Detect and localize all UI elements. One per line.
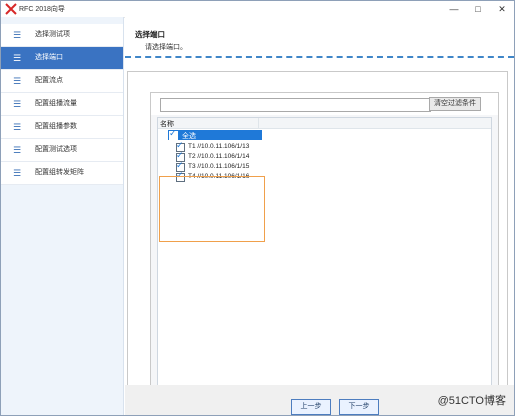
filter-input[interactable]: [160, 98, 431, 112]
sidebar-item-config-multicast-traffic[interactable]: ☰ 配置组播流量: [1, 93, 123, 116]
sidebar-item-config-stream-point[interactable]: ☰ 配置流点: [1, 70, 123, 93]
sidebar-item-select-test[interactable]: ☰ 选择测试项: [1, 24, 123, 47]
sidebar-item-config-test-options[interactable]: ☰ 配置测试选项: [1, 139, 123, 162]
port-row[interactable]: ✓ T3 //10.0.11.106/1/15: [176, 160, 262, 172]
sidebar-item-label: 配置流点: [35, 77, 63, 84]
port-label: T3 //10.0.11.106/1/15: [188, 163, 250, 170]
title-bar: RFC 2018向导 — □ ✕: [1, 1, 514, 18]
sidebar-item-label: 配置组转发矩阵: [35, 169, 84, 176]
wizard-navigation: 上一步 下一步 @51CTO博客: [125, 385, 514, 415]
list-icon: ☰: [13, 122, 22, 132]
list-icon: ☰: [13, 145, 22, 155]
wizard-content: 选择端口 请选择端口。 清空过滤条件 名称 ✓ 全选 ✓ T1 //10.0.1…: [125, 17, 514, 415]
page-title: 选择端口: [135, 30, 165, 39]
sidebar-item-label: 配置测试选项: [35, 146, 77, 153]
port-checkbox[interactable]: ✓: [176, 170, 185, 182]
close-button[interactable]: ✕: [490, 1, 514, 17]
check-icon: ✓: [169, 128, 177, 138]
maximize-button[interactable]: □: [466, 1, 490, 17]
grid-header: 名称: [158, 118, 491, 129]
port-grid-panel: 清空过滤条件 名称 ✓ 全选 ✓ T1 //10.0.11.106/1/13 ✓…: [150, 92, 499, 395]
port-label: T2 //10.0.11.106/1/14: [188, 153, 250, 160]
sidebar-item-config-forward-matrix[interactable]: ☰ 配置组转发矩阵: [1, 162, 123, 185]
list-icon: ☰: [13, 168, 22, 178]
wizard-window: RFC 2018向导 — □ ✕ ☰ 选择测试项 ☰ 选择端口 ☰ 配置流点 ☰…: [0, 0, 515, 416]
sidebar-item-label: 选择测试项: [35, 31, 70, 38]
sidebar-item-label: 配置组播参数: [35, 123, 77, 130]
list-icon: ☰: [13, 76, 22, 86]
list-icon: ☰: [13, 53, 22, 63]
sidebar-item-select-port[interactable]: ☰ 选择端口: [1, 47, 123, 70]
wizard-sidebar: ☰ 选择测试项 ☰ 选择端口 ☰ 配置流点 ☰ 配置组播流量 ☰ 配置组播参数 …: [1, 17, 124, 415]
clear-filter-button[interactable]: 清空过滤条件: [429, 97, 481, 111]
column-separator: [258, 118, 259, 128]
port-label: T4 //10.0.11.106/1/16: [188, 173, 250, 180]
list-icon: ☰: [13, 30, 22, 40]
port-label: T1 //10.0.11.106/1/13: [188, 143, 250, 150]
sidebar-item-label: 选择端口: [35, 54, 63, 61]
watermark: @51CTO博客: [437, 395, 506, 407]
section-divider: [125, 56, 514, 58]
page-subtitle: 请选择端口。: [145, 44, 187, 51]
list-icon: ☰: [13, 99, 22, 109]
port-row[interactable]: ✓ T4 //10.0.11.106/1/16: [176, 170, 262, 182]
port-tree: ✓ 全选 ✓ T1 //10.0.11.106/1/13 ✓ T2 //10.0…: [158, 128, 263, 184]
app-icon: [5, 3, 17, 15]
window-title: RFC 2018向导: [19, 6, 65, 13]
sidebar-item-config-multicast-params[interactable]: ☰ 配置组播参数: [1, 116, 123, 139]
select-all-row[interactable]: ✓ 全选: [168, 128, 262, 140]
port-row[interactable]: ✓ T2 //10.0.11.106/1/14: [176, 150, 262, 162]
previous-button[interactable]: 上一步: [291, 399, 331, 415]
port-selection-panel: 清空过滤条件 名称 ✓ 全选 ✓ T1 //10.0.11.106/1/13 ✓…: [127, 71, 508, 403]
minimize-button[interactable]: —: [442, 1, 466, 17]
select-all-label: 全选: [182, 133, 196, 140]
check-icon: ✓: [176, 170, 184, 180]
next-button[interactable]: 下一步: [339, 399, 379, 415]
filter-bar: 清空过滤条件: [151, 93, 498, 115]
port-row[interactable]: ✓ T1 //10.0.11.106/1/13: [176, 140, 262, 152]
sidebar-item-label: 配置组播流量: [35, 100, 77, 107]
select-all-checkbox[interactable]: ✓: [169, 128, 178, 140]
port-tree-grid: 名称 ✓ 全选 ✓ T1 //10.0.11.106/1/13 ✓ T2 //1…: [157, 117, 492, 388]
